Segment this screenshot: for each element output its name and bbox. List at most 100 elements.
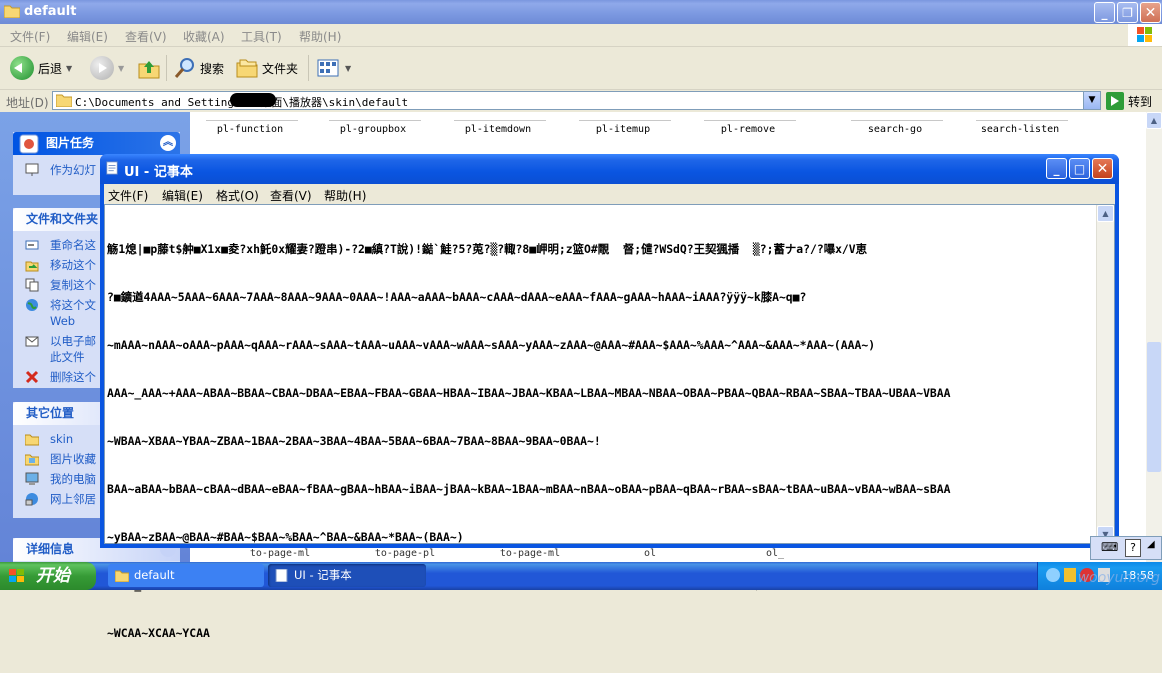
scroll-thumb[interactable]: [1147, 342, 1161, 472]
notepad-scrollbar[interactable]: ▲ ▼: [1096, 205, 1114, 543]
windows-logo-icon: [1128, 24, 1162, 46]
network-tray-icon[interactable]: [1046, 568, 1060, 582]
address-input[interactable]: C:\Documents and Settings\ \桌面\播放器\skin\…: [52, 91, 1101, 110]
file-item[interactable]: pl-itemup: [573, 112, 677, 142]
file-thumbnail-edge: [579, 114, 671, 121]
task-label: Web: [50, 314, 76, 328]
window-title: default: [24, 4, 77, 19]
menu-format[interactable]: 格式(O): [216, 187, 259, 204]
menu-view[interactable]: 查看(V): [125, 28, 167, 45]
file-item[interactable]: search-go: [845, 112, 949, 142]
explorer-toolbar: 后退 ▼ ▼ 搜索 文件夹 ▼: [0, 47, 1162, 90]
scroll-up-arrow-icon[interactable]: ▲: [1097, 205, 1114, 222]
chevron-down-icon: ▼: [66, 63, 73, 73]
slideshow-icon: [25, 163, 39, 176]
file-item[interactable]: pl-itemdown: [448, 112, 552, 142]
menu-view[interactable]: 查看(V): [270, 187, 312, 204]
file-item[interactable]: pl-groupbox: [323, 112, 427, 142]
file-item[interactable]: pl-remove: [698, 112, 802, 142]
notepad-titlebar[interactable]: UI - 记事本 _ □ ✕: [100, 154, 1119, 184]
taskbar: 开始 default UI - 记事本 18:58: [0, 562, 1162, 590]
up-folder-button[interactable]: [138, 55, 160, 81]
file-name: pl-itemdown: [464, 124, 532, 135]
start-label: 开始: [36, 566, 70, 586]
notepad-content: 觞1熄|■p藤t$舯■X1x■夌?xh魠0x耀妻?蹬串)-?2■縝?T說)!鐑`…: [107, 209, 1093, 673]
text-line: AAA~_AAA~+AAA~ABAA~BBAA~CBAA~DBAA~EBAA~F…: [107, 386, 951, 400]
go-button[interactable]: 转到: [1106, 92, 1152, 110]
place-label: 图片收藏: [50, 452, 96, 466]
explorer-titlebar[interactable]: default _ ❐ ✕: [0, 0, 1162, 24]
collapse-chevron-icon[interactable]: ︽: [160, 135, 176, 151]
address-dropdown-button[interactable]: ▼: [1083, 92, 1100, 109]
chevron-down-icon: ▼: [118, 63, 125, 73]
views-button[interactable]: ▼: [317, 55, 351, 81]
email-icon: [25, 336, 39, 347]
toolbar-separator: [166, 55, 167, 81]
redacted-username: [230, 93, 276, 107]
notepad-text-area[interactable]: 觞1熄|■p藤t$舯■X1x■夌?xh魠0x耀妻?蹬串)-?2■縝?T說)!鐑`…: [104, 204, 1115, 640]
file-name: pl-groupbox: [339, 124, 407, 135]
file-item[interactable]: pl-function: [200, 112, 304, 142]
file-thumbnail-edge: [704, 114, 796, 121]
copy-icon: [25, 278, 39, 292]
start-button[interactable]: 开始: [0, 562, 96, 590]
place-label: 我的电脑: [50, 472, 96, 486]
taskbar-item-notepad[interactable]: UI - 记事本: [268, 564, 426, 587]
menu-favorites[interactable]: 收藏(A): [183, 28, 225, 45]
file-name: pl-remove: [720, 124, 776, 135]
maximize-button[interactable]: ❐: [1117, 2, 1138, 23]
menu-help[interactable]: 帮助(H): [299, 28, 341, 45]
explorer-scrollbar[interactable]: ▲: [1146, 112, 1162, 562]
menu-tools[interactable]: 工具(T): [241, 28, 282, 45]
minimize-button[interactable]: _: [1094, 2, 1115, 23]
close-button[interactable]: ✕: [1140, 2, 1161, 23]
text-line: ~WCAA~XCAA~YCAA: [107, 626, 210, 640]
watermark: wooyun.org: [1077, 570, 1160, 586]
task-label: 以电子邮: [50, 334, 96, 348]
computer-icon: [25, 472, 39, 485]
close-button[interactable]: ✕: [1092, 158, 1113, 179]
folders-button[interactable]: 文件夹: [236, 55, 298, 81]
text-line: ~WBAA~XBAA~YBAA~ZBAA~1BAA~2BAA~3BAA~4BAA…: [107, 434, 601, 448]
task-label: 此文件: [50, 350, 85, 364]
explorer-menubar: 文件(F) 编辑(E) 查看(V) 收藏(A) 工具(T) 帮助(H): [0, 24, 1162, 47]
go-arrow-icon: [1106, 92, 1124, 110]
task-label: 将这个文: [50, 298, 96, 312]
help-icon[interactable]: ?: [1125, 539, 1141, 557]
taskbar-item-explorer[interactable]: default: [108, 564, 264, 587]
notepad-icon: [275, 569, 288, 582]
views-icon: [317, 59, 339, 77]
menu-edit[interactable]: 编辑(E): [67, 28, 108, 45]
scroll-up-arrow-icon[interactable]: ▲: [1146, 112, 1162, 129]
keyboard-icon[interactable]: ⌨: [1101, 540, 1118, 554]
minimize-button[interactable]: _: [1046, 158, 1067, 179]
menu-edit[interactable]: 编辑(E): [162, 187, 203, 204]
task-label: 移动这个: [50, 258, 96, 272]
notepad-menubar: 文件(F) 编辑(E) 格式(O) 查看(V) 帮助(H): [104, 184, 1115, 204]
globe-icon: [26, 299, 38, 311]
menu-help[interactable]: 帮助(H): [324, 187, 366, 204]
language-bar[interactable]: ⌨ ? ◢: [1090, 536, 1162, 560]
text-line: ~yBAA~zBAA~@BAA~#BAA~$BAA~%BAA~^BAA~&BAA…: [107, 530, 464, 544]
options-arrow-icon[interactable]: ◢: [1147, 539, 1155, 550]
file-thumbnail-edge: [454, 114, 546, 121]
chevron-down-icon: ▼: [345, 63, 352, 73]
file-name: pl-itemup: [595, 124, 651, 135]
menu-file[interactable]: 文件(F): [108, 187, 148, 204]
menu-file[interactable]: 文件(F): [10, 28, 50, 45]
folder-icon: [115, 570, 129, 582]
move-icon: [25, 261, 39, 272]
back-label: 后退: [38, 61, 63, 76]
search-button[interactable]: 搜索: [174, 55, 224, 81]
security-tray-icon[interactable]: [1064, 568, 1076, 582]
back-button[interactable]: 后退 ▼: [10, 55, 72, 81]
task-label: UI - 记事本: [294, 568, 352, 582]
file-item[interactable]: search-listen: [970, 112, 1074, 142]
place-label: skin: [50, 432, 74, 446]
maximize-button[interactable]: □: [1069, 158, 1090, 179]
picture-tasks-title: 图片任务: [46, 136, 95, 150]
picture-icon: [19, 134, 39, 154]
forward-button[interactable]: ▼: [90, 55, 124, 81]
task-label: 作为幻灯: [50, 163, 96, 177]
picture-tasks-header[interactable]: 图片任务 ︽: [13, 132, 180, 155]
